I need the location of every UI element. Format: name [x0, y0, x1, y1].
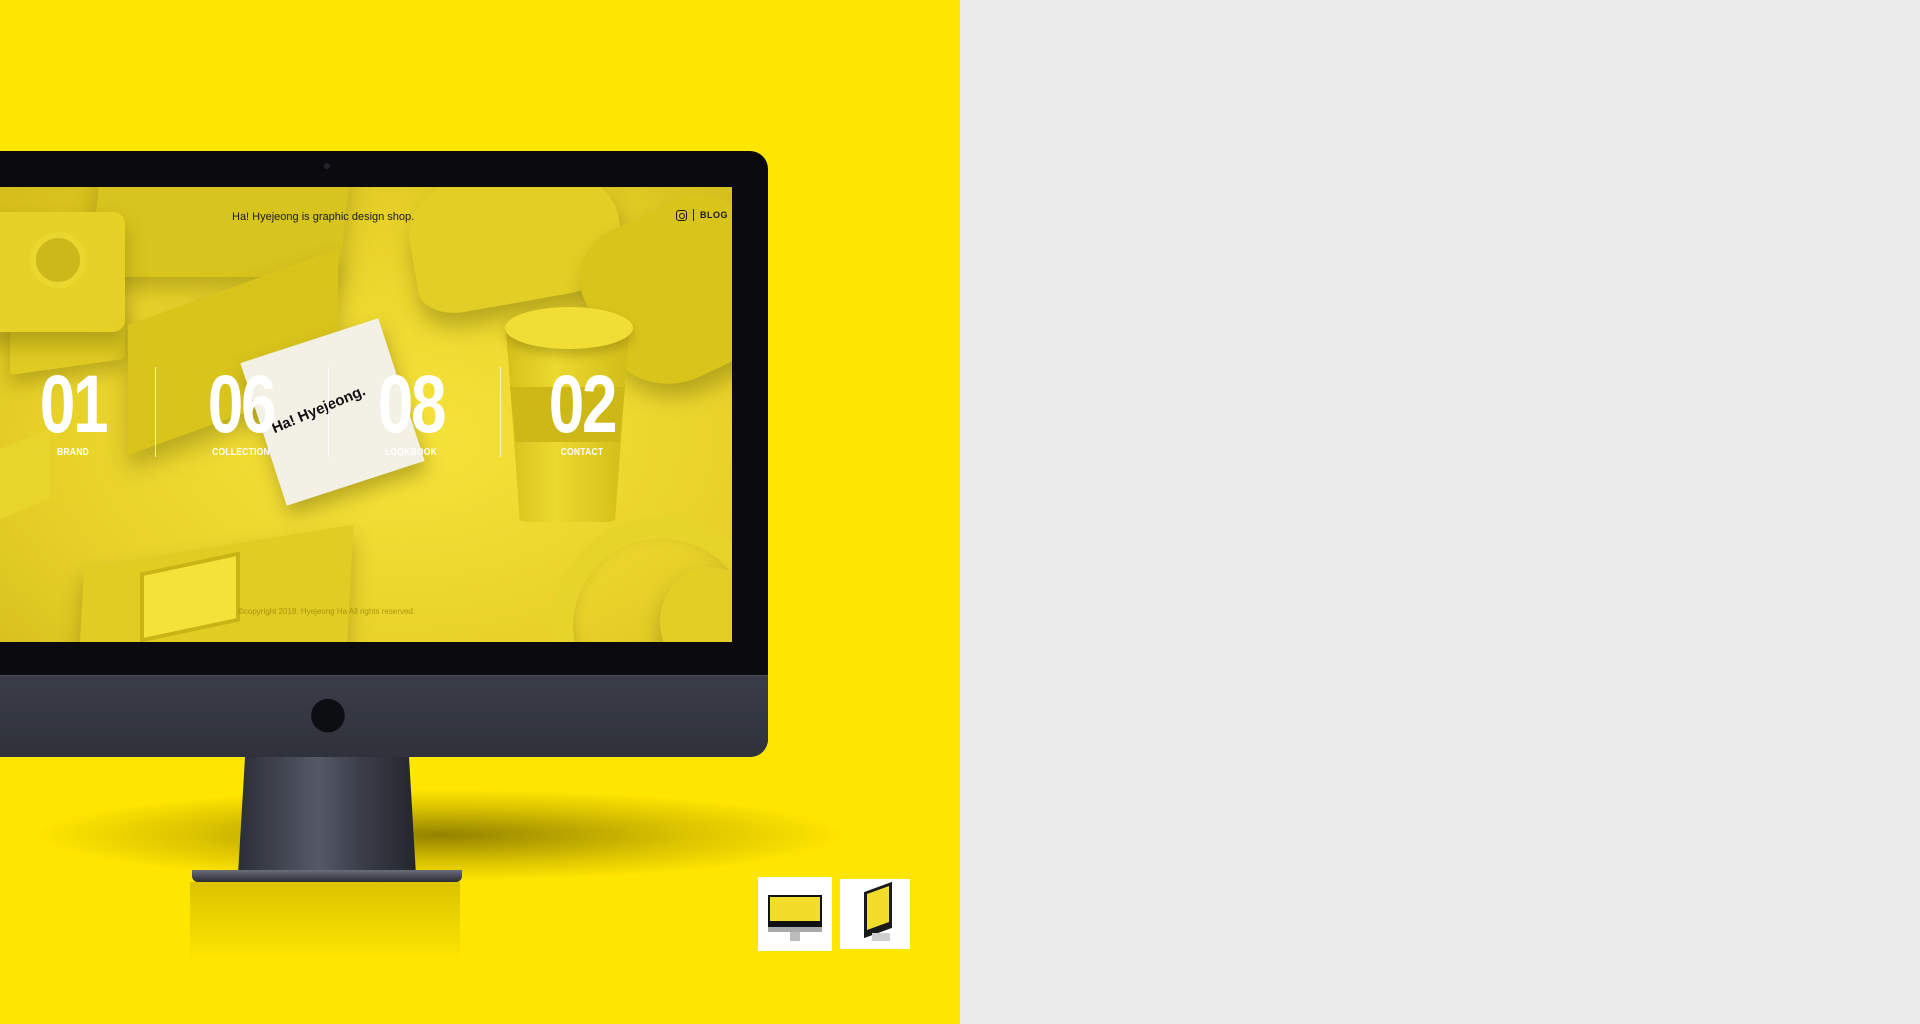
thumbnail-image	[844, 881, 906, 945]
thumbnail-stand	[872, 933, 890, 941]
nav-number: 08	[377, 359, 447, 450]
device-shadow	[40, 790, 840, 880]
nav-divider	[500, 367, 501, 457]
thumbnail-imac-side[interactable]	[840, 879, 910, 949]
thumbnail-imac-front[interactable]	[758, 877, 832, 951]
site-tagline: Ha! Hyejeong is graphic design shop.	[232, 211, 415, 223]
imac-stand	[238, 755, 416, 875]
nav-number: 02	[548, 359, 618, 450]
nav-item-contact[interactable]: 02 CONTACT	[507, 359, 657, 459]
website-screen: Ha! Hyejeong. Ha! Hyejeong is graphic de…	[0, 187, 732, 642]
nav-label: LOOKBOOK	[384, 447, 438, 458]
presentation-panel: ● Ha! Hyejeong. Ha! Hyejeong is graphic …	[0, 0, 960, 1024]
thumbnail-screen	[864, 881, 892, 939]
site-menu: BLOG	[676, 209, 728, 221]
menu-divider	[693, 209, 694, 221]
thumbnail-stand	[790, 932, 800, 941]
nav-label: BRAND	[57, 447, 89, 458]
nav-label: COLLECTION	[212, 447, 270, 458]
thumbnail-screen	[768, 895, 822, 927]
nav-item-lookbook[interactable]: 08 LOOKBOOK	[336, 359, 486, 459]
apple-logo-icon: ●	[308, 687, 348, 738]
imac-stand-foot	[192, 870, 462, 882]
coffee-cup-lid	[505, 307, 633, 349]
camera-lens-prop	[30, 232, 86, 288]
blog-link[interactable]: BLOG	[700, 210, 728, 220]
nav-label: CONTACT	[560, 447, 604, 458]
thumbnail-image	[764, 883, 826, 945]
nav-number: 06	[207, 359, 277, 450]
nav-item-collection[interactable]: 06 COLLECTION	[166, 359, 316, 459]
nav-divider	[155, 367, 156, 457]
nav-item-brand[interactable]: 01 BRAND	[0, 359, 148, 459]
empty-canvas-area	[960, 0, 1920, 1024]
site-copyright: ©copyright 2018. Hyejeong Ha All rights …	[238, 607, 416, 616]
nav-divider	[328, 367, 329, 457]
nav-number: 01	[39, 359, 109, 450]
imac-chin	[0, 675, 768, 757]
stand-reflection	[190, 882, 460, 962]
webcam	[324, 163, 330, 169]
instagram-icon[interactable]	[676, 209, 687, 221]
